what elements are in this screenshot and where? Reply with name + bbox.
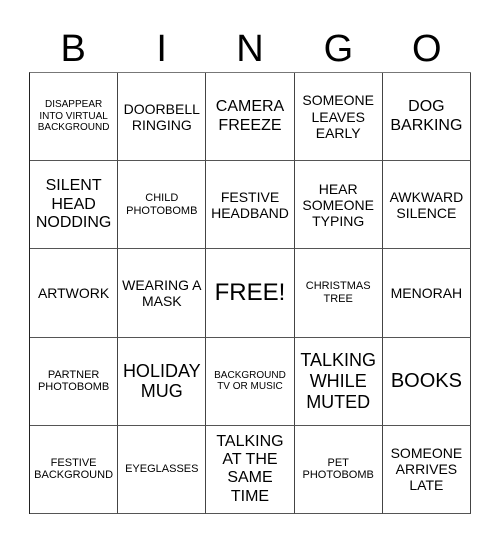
bingo-header: B I N G O: [29, 26, 471, 72]
bingo-cell[interactable]: TALKING AT THE SAME TIME: [206, 425, 295, 514]
cell-label: CHRISTMAS TREE: [305, 280, 371, 305]
bingo-cell[interactable]: DOORBELL RINGING: [118, 73, 207, 162]
bingo-cell[interactable]: DISAPPEAR INTO VIRTUAL BACKGROUND: [30, 73, 119, 162]
cell-label: SILENT HEAD NODDING: [35, 177, 112, 231]
bingo-cell[interactable]: SOMEONE ARRIVES LATE: [382, 425, 471, 514]
bingo-cell[interactable]: PARTNER PHOTOBOMB: [30, 337, 119, 426]
free-space-cell[interactable]: FREE!: [206, 249, 295, 338]
bingo-cell[interactable]: AWKWARD SILENCE: [382, 161, 471, 250]
bingo-cell[interactable]: MENORAH: [382, 249, 471, 338]
cell-label: TALKING AT THE SAME TIME: [216, 432, 284, 505]
cell-label: HOLIDAY MUG: [122, 360, 201, 402]
cell-label: FESTIVE HEADBAND: [211, 188, 289, 221]
bingo-cell[interactable]: SOMEONE LEAVES EARLY: [294, 73, 383, 162]
header-letter-b: B: [60, 28, 86, 70]
cell-label: ARTWORK: [37, 284, 110, 301]
bingo-grid: DISAPPEAR INTO VIRTUAL BACKGROUND DOORBEL…: [29, 72, 471, 514]
cell-label: FESTIVE BACKGROUND: [34, 456, 114, 482]
bingo-cell[interactable]: BACKGROUND TV OR MUSIC: [206, 337, 295, 426]
header-letter-o: O: [412, 28, 442, 70]
bingo-cell[interactable]: CHILD PHOTOBOMB: [118, 161, 207, 250]
bingo-cell[interactable]: DOG BARKING: [382, 73, 471, 162]
cell-label: WEARING A MASK: [122, 276, 202, 309]
bingo-cell[interactable]: PET PHOTOBOMB: [294, 425, 383, 514]
bingo-cell[interactable]: CHRISTMAS TREE: [294, 249, 383, 338]
cell-label: AWKWARD SILENCE: [389, 188, 464, 221]
header-letter-n: N: [236, 28, 264, 70]
cell-label: HEAR SOMEONE TYPING: [302, 180, 374, 229]
bingo-cell[interactable]: ARTWORK: [30, 249, 119, 338]
bingo-cell[interactable]: FESTIVE HEADBAND: [206, 161, 295, 250]
cell-label: SOMEONE ARRIVES LATE: [390, 445, 463, 494]
cell-label: PET PHOTOBOMB: [302, 456, 374, 482]
bingo-cell[interactable]: FESTIVE BACKGROUND: [30, 425, 119, 514]
cell-label: CAMERA FREEZE: [215, 98, 285, 134]
bingo-cell[interactable]: EYEGLASSES: [118, 425, 207, 514]
bingo-cell[interactable]: TALKING WHILE MUTED: [294, 337, 383, 426]
cell-label: DISAPPEAR INTO VIRTUAL BACKGROUND: [37, 99, 110, 134]
header-letter-i: I: [156, 28, 167, 70]
cell-label: DOG BARKING: [390, 98, 463, 134]
cell-label: SOMEONE LEAVES EARLY: [302, 92, 374, 141]
cell-label: EYEGLASSES: [125, 463, 199, 476]
cell-label: MENORAH: [390, 284, 463, 301]
bingo-cell[interactable]: HEAR SOMEONE TYPING: [294, 161, 383, 250]
bingo-cell[interactable]: HOLIDAY MUG: [118, 337, 207, 426]
cell-label: TALKING WHILE MUTED: [300, 350, 377, 412]
bingo-cell[interactable]: WEARING A MASK: [118, 249, 207, 338]
cell-label: DOORBELL RINGING: [123, 100, 200, 133]
cell-label: BACKGROUND TV OR MUSIC: [214, 369, 286, 393]
cell-label: BOOKS: [390, 369, 462, 392]
cell-label: FREE!: [214, 279, 286, 307]
bingo-cell[interactable]: SILENT HEAD NODDING: [30, 161, 119, 250]
cell-label: PARTNER PHOTOBOMB: [37, 368, 110, 394]
cell-label: CHILD PHOTOBOMB: [126, 192, 198, 217]
bingo-cell[interactable]: CAMERA FREEZE: [206, 73, 295, 162]
header-letter-g: G: [323, 28, 354, 70]
bingo-cell[interactable]: BOOKS: [382, 337, 471, 426]
